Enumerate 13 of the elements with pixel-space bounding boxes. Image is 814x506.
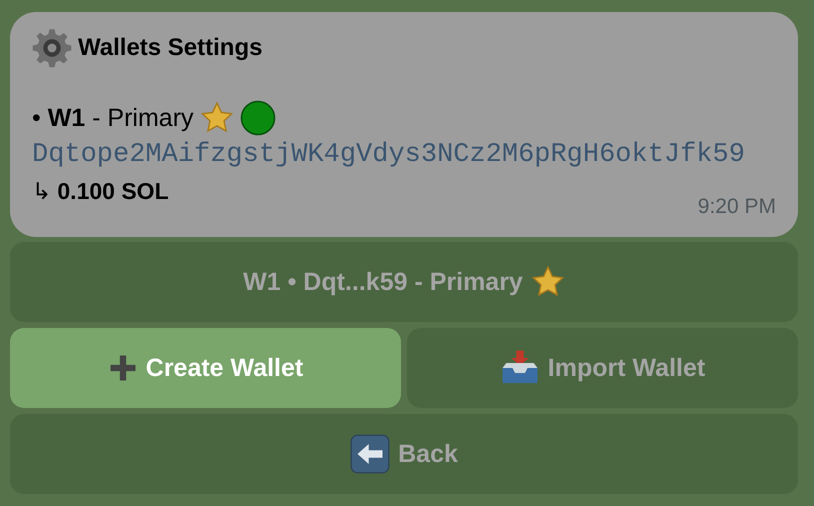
plus-icon	[108, 353, 138, 383]
keyboard-button[interactable]: Create Wallet	[10, 328, 401, 408]
wallet-balance: ↳ 0.100 SOL	[32, 178, 170, 205]
keyboard-button[interactable]: Back	[10, 414, 798, 494]
keyboard-button[interactable]: W1 • Dqt...k59 - Primary	[10, 242, 798, 322]
keyboard-button[interactable]: Import Wallet	[407, 328, 798, 408]
wallet-name: • W1 - Primary	[32, 104, 194, 132]
primary-star-icon	[200, 101, 234, 135]
gear-icon	[32, 28, 72, 68]
message-title: Wallets Settings	[78, 34, 262, 62]
wallet-address: Dqtope2MAifzgstjWK4gVdys3NCz2M6pRgH6oktJfk59	[32, 139, 746, 172]
star-icon	[530, 265, 565, 299]
message-time: 9:20 PM	[698, 195, 776, 219]
